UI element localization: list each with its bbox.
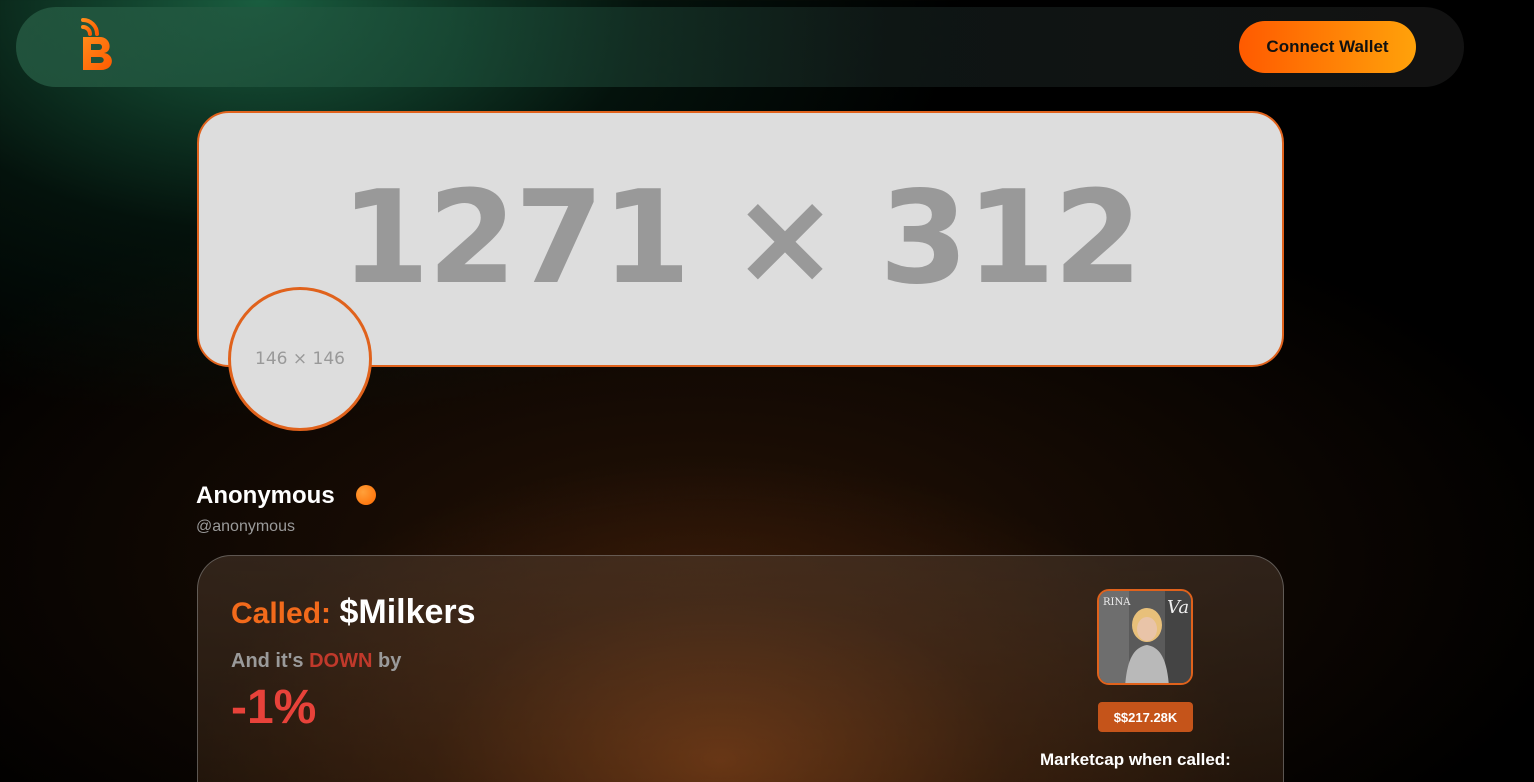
called-label: Called: xyxy=(231,597,332,630)
banner-placeholder-text: 1271 × 312 xyxy=(340,163,1143,313)
market-cap-called-label: Marketcap when called: xyxy=(1040,750,1231,769)
svg-text:Va: Va xyxy=(1167,597,1189,618)
down-suffix: by xyxy=(377,650,402,672)
top-navbar: Connect Wallet xyxy=(16,7,1464,87)
profile-handle: @anonymous xyxy=(196,518,295,535)
profile-name: Anonymous xyxy=(196,482,335,509)
call-card[interactable]: Called: $Milkers And it's DOWN by -1% RI… xyxy=(197,555,1284,782)
token-image: RINA Va xyxy=(1097,589,1193,685)
brand-logo-icon[interactable] xyxy=(80,17,120,73)
market-cap-badge: $$217.28K xyxy=(1098,702,1193,732)
down-word: DOWN xyxy=(309,650,373,672)
called-line: Called: $Milkers xyxy=(231,593,476,632)
change-percent: -1% xyxy=(231,681,317,734)
status-dot-icon xyxy=(356,485,376,505)
performance-line: And it's DOWN by xyxy=(231,650,401,673)
profile-avatar: 146 × 146 xyxy=(228,287,372,431)
connect-wallet-button[interactable]: Connect Wallet xyxy=(1239,21,1416,73)
down-prefix: And it's xyxy=(231,650,304,672)
svg-text:RINA: RINA xyxy=(1103,597,1131,608)
token-ticker: $Milkers xyxy=(339,593,476,631)
avatar-placeholder-text: 146 × 146 xyxy=(255,349,345,369)
